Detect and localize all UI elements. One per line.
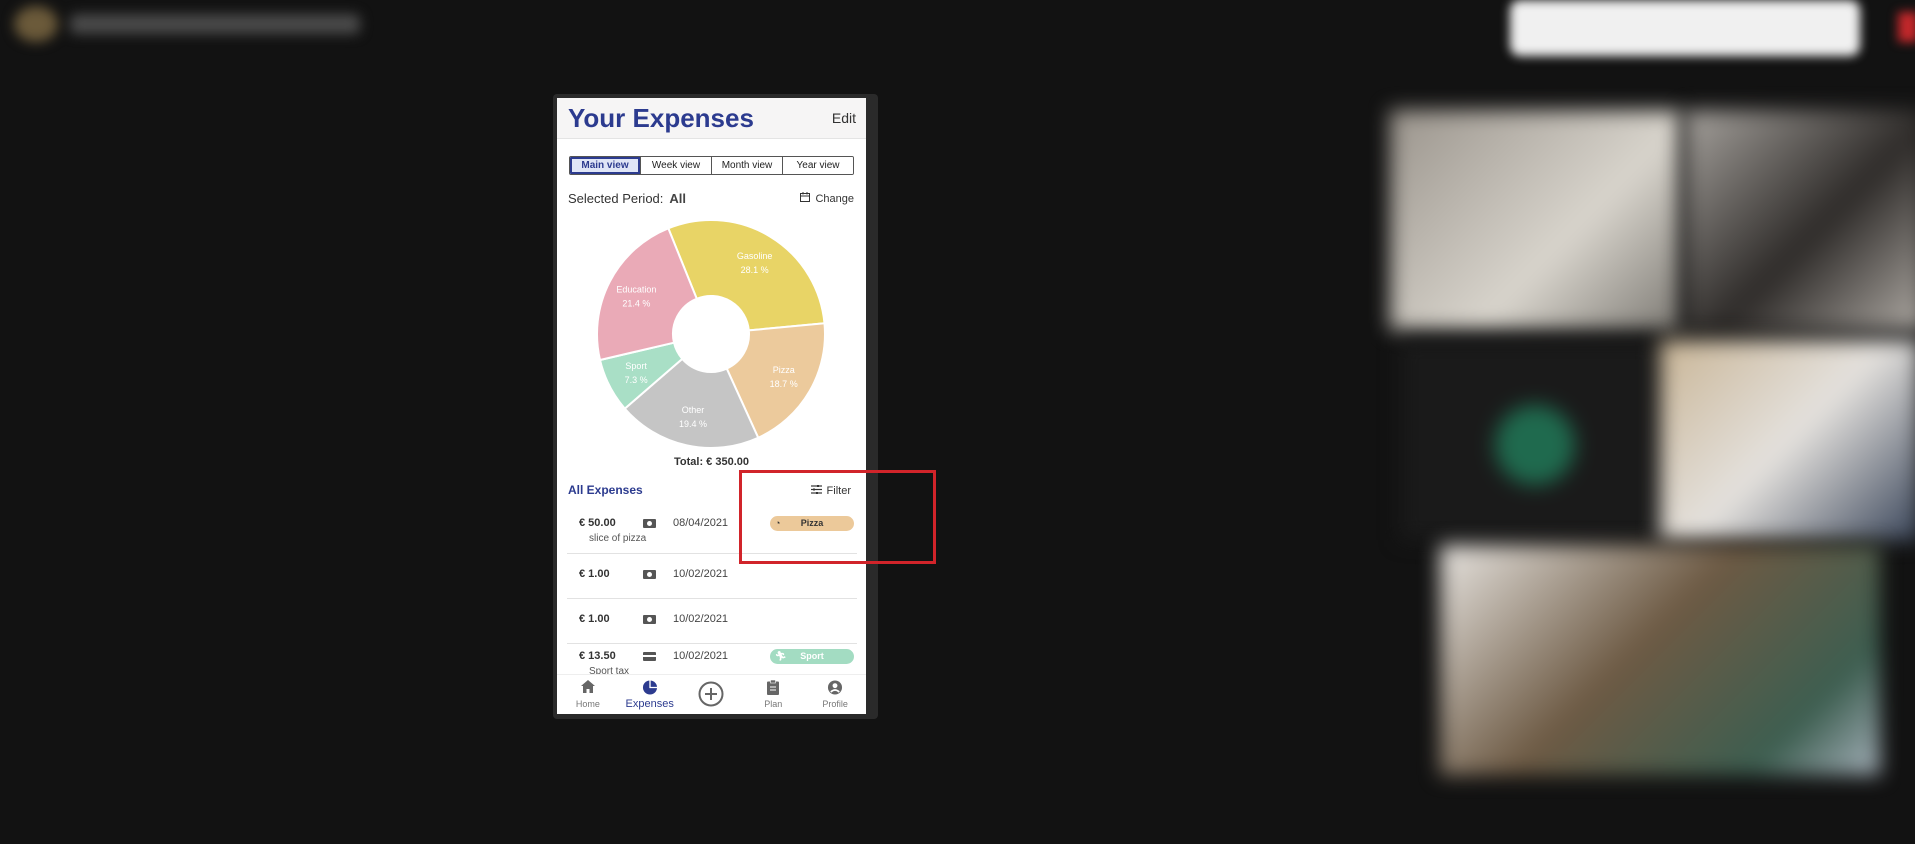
credit-card-icon — [643, 652, 656, 661]
expense-amount: € 1.00 — [579, 568, 610, 580]
clipboard-icon — [767, 680, 780, 695]
slice-label: Gasoline — [737, 251, 773, 261]
expenses-donut-chart: Gasoline 28.1 % Pizza 18.7 % Other 19.4 % Spor… — [597, 220, 825, 448]
expense-amount: € 13.50 — [579, 650, 616, 662]
profile-icon — [828, 680, 843, 695]
expense-description: slice of pizza — [589, 533, 647, 544]
app-header: Your Expenses Edit — [557, 98, 866, 139]
expense-date: 08/04/2021 — [673, 517, 729, 529]
cash-icon — [643, 519, 656, 528]
cash-icon — [643, 615, 656, 624]
expense-date: 10/02/2021 — [673, 650, 729, 662]
change-label: Change — [815, 192, 854, 205]
participant-avatar — [1495, 405, 1575, 485]
video-tile — [1685, 110, 1915, 330]
expense-row[interactable]: € 1.00 10/02/2021 — [567, 599, 857, 644]
slice-label: Sport — [625, 361, 647, 371]
phone-frame: Your Expenses Edit Main view Week view M… — [553, 94, 878, 719]
slice-value-label: 28.1 % — [741, 265, 769, 275]
expense-amount: € 50.00 — [579, 517, 616, 529]
edit-button[interactable]: Edit — [832, 110, 856, 126]
donut-svg: Gasoline 28.1 % Pizza 18.7 % Other 19.4 % Spor… — [597, 220, 825, 448]
slice-label: Other — [682, 405, 705, 415]
view-tabs: Main view Week view Month view Year view — [569, 156, 854, 175]
slice-value-label: 19.4 % — [679, 419, 707, 429]
nav-plan[interactable]: Plan — [742, 675, 804, 714]
chart-total: Total: € 350.00 — [674, 456, 749, 468]
video-tile — [1660, 340, 1915, 540]
cash-icon — [643, 570, 656, 579]
home-icon — [580, 680, 595, 693]
app-screen: Your Expenses Edit Main view Week view M… — [557, 98, 866, 714]
expense-date: 10/02/2021 — [673, 568, 729, 580]
category-label: Sport — [800, 651, 824, 661]
tab-month-view[interactable]: Month view — [712, 157, 783, 174]
nav-label: Expenses — [625, 698, 674, 710]
nav-profile[interactable]: Profile — [804, 675, 866, 714]
host-avatar — [14, 6, 58, 42]
annotation-highlight-box — [739, 470, 936, 564]
expense-amount: € 1.00 — [579, 613, 610, 625]
selected-period: Selected Period: All — [568, 191, 686, 206]
tab-main-view[interactable]: Main view — [570, 157, 641, 174]
nav-label: Profile — [822, 699, 848, 709]
add-circle-icon — [698, 681, 724, 707]
tab-year-view[interactable]: Year view — [783, 157, 853, 174]
video-tile — [1440, 545, 1880, 775]
nav-label: Plan — [764, 699, 783, 709]
bottom-navigation: Home Expenses Plan Profile — [557, 674, 866, 714]
video-tile — [1400, 340, 1660, 540]
host-name-blurred — [70, 14, 360, 34]
nav-add[interactable] — [681, 675, 743, 714]
running-icon: 🏃︎ — [775, 651, 787, 661]
all-expenses-heading: All Expenses — [568, 483, 643, 497]
slice-value-label: 18.7 % — [770, 379, 798, 389]
meeting-recording-indicator — [1898, 12, 1915, 42]
video-tile — [1390, 110, 1680, 330]
nav-expenses[interactable]: Expenses — [619, 675, 681, 714]
slice-label: Education — [616, 284, 656, 294]
page-title: Your Expenses — [568, 103, 754, 133]
calendar-icon — [800, 192, 811, 205]
slice-value-label: 21.4 % — [622, 298, 650, 308]
nav-label: Home — [575, 699, 600, 709]
period-value: All — [669, 191, 687, 206]
meeting-host-badge — [0, 0, 380, 48]
pie-chart-icon — [642, 680, 657, 695]
period-label: Selected Period: — [568, 191, 664, 206]
tab-week-view[interactable]: Week view — [641, 157, 712, 174]
meeting-toolbar — [1510, 0, 1860, 56]
change-period-button[interactable]: Change — [800, 192, 854, 205]
expense-date: 10/02/2021 — [673, 613, 729, 625]
nav-home[interactable]: Home — [557, 675, 619, 714]
category-badge-sport[interactable]: 🏃︎ Sport — [770, 649, 854, 664]
slice-label: Pizza — [773, 365, 795, 375]
slice-value-label: 7.3 % — [625, 375, 648, 385]
